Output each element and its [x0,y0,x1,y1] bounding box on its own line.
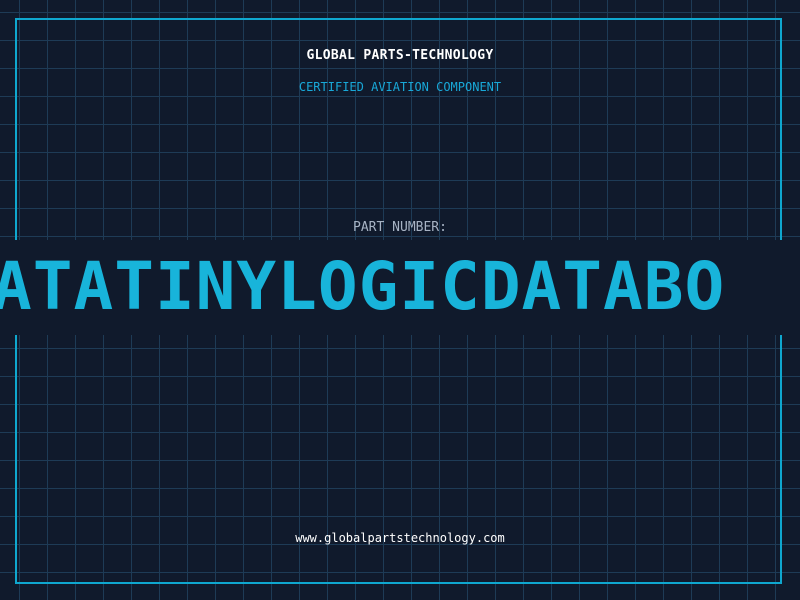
part-number-value: ATATINYLOGICDATABO [0,248,726,325]
website-url: www.globalpartstechnology.com [295,531,505,545]
certification-subtitle: CERTIFIED AVIATION COMPONENT [298,80,502,94]
label-card: GLOBAL PARTS-TECHNOLOGY CERTIFIED AVIATI… [0,0,800,600]
brand-name: GLOBAL PARTS-TECHNOLOGY [306,48,494,63]
part-number-label: PART NUMBER: [353,220,447,235]
part-number-band: ATATINYLOGICDATABO [0,240,800,335]
